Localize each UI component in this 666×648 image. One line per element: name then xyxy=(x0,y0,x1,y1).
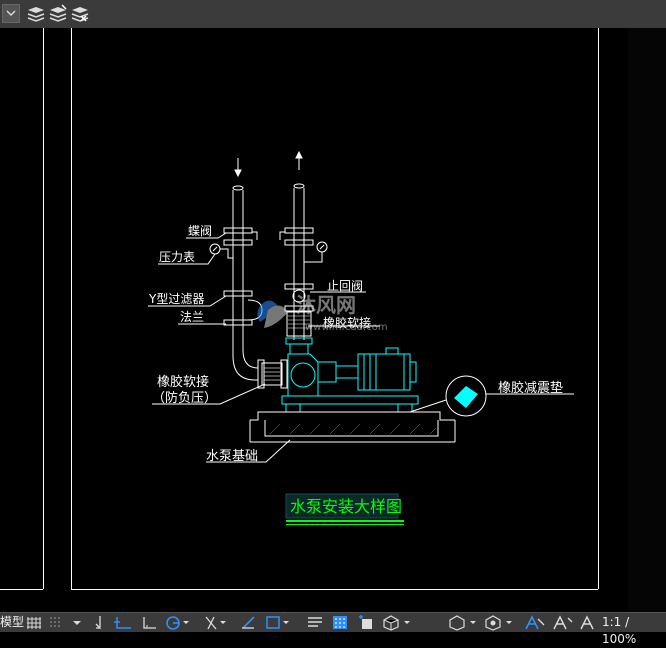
layer-dropdown-icon[interactable] xyxy=(2,4,20,23)
annotation-visibility-icon[interactable] xyxy=(552,614,574,631)
label-pump-foundation: 水泵基础 xyxy=(206,449,258,464)
flow-arrow-up xyxy=(295,150,303,170)
gizmo-icon[interactable] xyxy=(484,614,514,631)
flow-arrow-down xyxy=(234,158,242,178)
foundation-hatch xyxy=(269,423,437,435)
watermark-url: www.mfcad.com xyxy=(305,322,388,333)
status-bar: 模型 1:1 / 100% xyxy=(0,612,666,646)
drawing-canvas[interactable]: 蝶阀 压力表 Y型过滤器 法兰 止回阀 橡胶软接 橡胶软接 （防负压） 橡胶减震… xyxy=(0,28,666,612)
watermark: 沐风网 www.mfcad.com xyxy=(257,293,388,333)
lineweight-icon[interactable] xyxy=(202,614,228,631)
model-tab[interactable]: 模型 xyxy=(0,614,24,631)
ortho-icon[interactable] xyxy=(92,614,108,631)
scale-label-icon xyxy=(578,614,598,631)
transparency-icon[interactable] xyxy=(240,614,258,631)
pump-foundation xyxy=(249,411,456,443)
layer-state-icon[interactable] xyxy=(26,4,46,24)
osnap-icon[interactable] xyxy=(140,614,162,631)
label-anti-negative-pressure: （防负压） xyxy=(152,390,217,406)
label-butterfly-valve: 蝶阀 xyxy=(188,223,212,238)
inlet-pipe xyxy=(223,185,288,389)
snap-icon[interactable] xyxy=(48,614,66,631)
annotation-icon[interactable] xyxy=(331,614,349,631)
workspace-icon[interactable] xyxy=(356,614,376,631)
selection-cycle-icon[interactable] xyxy=(264,614,294,631)
list-icon[interactable] xyxy=(306,614,324,631)
grid-icon[interactable] xyxy=(26,614,42,631)
otrack-icon[interactable] xyxy=(164,614,190,631)
chevron-down-icon[interactable] xyxy=(72,614,82,631)
layer-previous-icon[interactable] xyxy=(70,4,90,24)
label-y-strainer: Y型过滤器 xyxy=(148,292,204,306)
polar-icon[interactable] xyxy=(113,614,135,631)
layer-match-icon[interactable] xyxy=(48,4,68,24)
drawing-title: 水泵安装大样图 xyxy=(285,493,404,525)
isolate-icon[interactable] xyxy=(382,614,412,631)
pump-assembly xyxy=(281,337,419,413)
label-damper-pad: 橡胶减震垫 xyxy=(498,380,563,396)
layer-toolbar xyxy=(0,0,666,29)
watermark-text: 沐风网 xyxy=(296,293,356,317)
label-pressure-gauge: 压力表 xyxy=(159,250,195,264)
label-flange: 法兰 xyxy=(180,310,204,324)
annotation-scale-icon[interactable] xyxy=(524,614,546,631)
rubber-joint-hatch xyxy=(264,367,280,381)
label-rubber-joint-left: 橡胶软接 xyxy=(157,374,209,390)
title-text: 水泵安装大样图 xyxy=(290,497,402,516)
leader-lines xyxy=(148,232,380,463)
annotation-scale-value[interactable]: 1:1 / 100% xyxy=(602,614,666,648)
label-check-valve: 止回阀 xyxy=(327,279,363,293)
hardware-accel-icon[interactable] xyxy=(448,614,478,631)
